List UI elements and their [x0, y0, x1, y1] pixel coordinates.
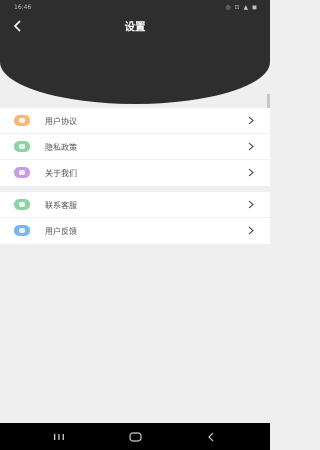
about-icon: [14, 167, 30, 178]
status-time: 16:46: [14, 4, 32, 11]
settings-group-2: 联系客服 用户反馈: [0, 192, 270, 244]
page-title: 设置: [124, 21, 146, 33]
back-icon: [208, 432, 214, 442]
chevron-right-icon: [248, 142, 254, 151]
system-nav-bar: [0, 423, 270, 450]
row-label: 用户协议: [45, 117, 77, 126]
row-contact-service[interactable]: 联系客服: [0, 192, 270, 218]
chevron-right-icon: [248, 116, 254, 125]
row-user-agreement[interactable]: 用户协议: [0, 108, 270, 134]
recents-icon: [54, 434, 64, 440]
customer-service-icon: [14, 199, 30, 210]
feedback-icon: [14, 225, 30, 236]
recents-button[interactable]: [47, 429, 71, 445]
status-icons: ◎ ⊡ ▲ ◼: [225, 4, 258, 11]
home-icon: [128, 432, 142, 442]
row-user-feedback[interactable]: 用户反馈: [0, 218, 270, 244]
row-label: 隐私政策: [45, 143, 77, 152]
settings-group-1: 用户协议 隐私政策 关于我们: [0, 108, 270, 186]
status-bar: 16:46 ◎ ⊡ ▲ ◼: [0, 0, 270, 16]
row-label: 关于我们: [45, 169, 77, 178]
chevron-right-icon: [248, 200, 254, 209]
row-about-us[interactable]: 关于我们: [0, 160, 270, 186]
privacy-icon: [14, 141, 30, 152]
agreement-icon: [14, 115, 30, 126]
row-label: 联系客服: [45, 201, 77, 210]
row-label: 用户反馈: [45, 227, 77, 236]
chevron-right-icon: [248, 168, 254, 177]
chevron-right-icon: [248, 226, 254, 235]
nav-back-button[interactable]: [199, 429, 223, 445]
row-privacy-policy[interactable]: 隐私政策: [0, 134, 270, 160]
home-button[interactable]: [123, 429, 147, 445]
